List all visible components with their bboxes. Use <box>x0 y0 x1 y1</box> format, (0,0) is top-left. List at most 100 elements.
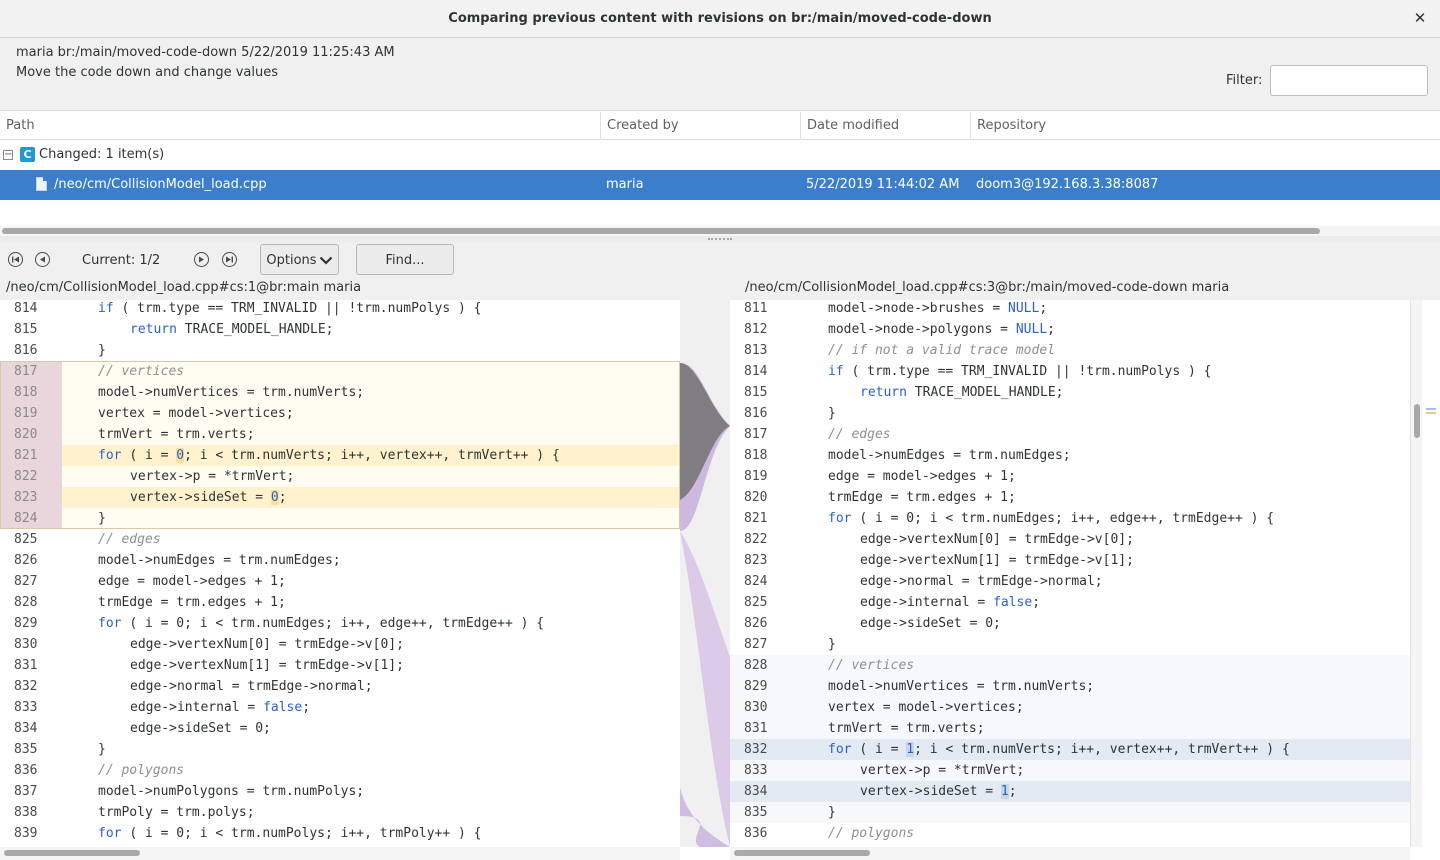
line-code: model->numPolygons = trm.numPolys; <box>98 781 364 802</box>
code-line[interactable]: 830 vertex = model->vertices; <box>730 697 1410 718</box>
code-line[interactable]: 817 // vertices <box>0 361 680 382</box>
code-line[interactable]: 818 model->numEdges = trm.numEdges; <box>730 445 1410 466</box>
code-line[interactable]: 816} <box>0 340 680 361</box>
code-line[interactable]: 821 for ( i = 0; i < trm.numEdges; i++, e… <box>730 508 1410 529</box>
line-number: 830 <box>744 700 768 715</box>
line-code: model->numVertices = trm.numVerts; <box>98 382 364 403</box>
scrollbar-thumb[interactable] <box>734 850 870 856</box>
code-line[interactable]: 828 trmEdge = trm.edges + 1; <box>0 592 680 613</box>
title-bar: Comparing previous content with revision… <box>0 0 1440 38</box>
overview-mark[interactable] <box>1426 408 1436 410</box>
code-line[interactable]: 820 trmEdge = trm.edges + 1; <box>730 487 1410 508</box>
code-line[interactable]: 826 edge->sideSet = 0; <box>730 613 1410 634</box>
line-number: 831 <box>14 658 38 673</box>
right-horizontal-scrollbar[interactable] <box>730 847 1410 860</box>
code-line[interactable]: 833 edge->internal = false; <box>0 697 680 718</box>
code-token: return <box>130 322 185 337</box>
table-horizontal-scrollbar[interactable] <box>0 226 1440 236</box>
code-line[interactable]: 816} <box>730 403 1410 424</box>
code-line[interactable]: 818 model->numVertices = trm.numVerts; <box>0 382 680 403</box>
code-line[interactable]: 823 edge->vertexNum[1] = trmEdge->v[1]; <box>730 550 1410 571</box>
code-line[interactable]: 838 trmPoly = trm.polys; <box>0 802 680 823</box>
first-diff-icon[interactable] <box>8 252 23 267</box>
code-line[interactable]: 828 // vertices <box>730 655 1410 676</box>
column-header-date-modified[interactable]: Date modified <box>800 112 970 140</box>
code-line[interactable]: 836 // polygons <box>730 823 1410 844</box>
right-code-pane[interactable]: 811 model->node->brushes = NULL; 812 model-… <box>730 300 1410 847</box>
code-line[interactable]: 831 trmVert = trm.verts; <box>730 718 1410 739</box>
code-line[interactable]: 834 edge->sideSet = 0; <box>0 718 680 739</box>
code-line[interactable]: 819 vertex = model->vertices; <box>0 403 680 424</box>
code-line[interactable]: 829 model->numVertices = trm.numVerts; <box>730 676 1410 697</box>
collapse-icon[interactable]: − <box>3 150 13 160</box>
line-number: 813 <box>744 343 768 358</box>
previous-diff-icon[interactable] <box>35 252 50 267</box>
line-number: 834 <box>744 784 768 799</box>
code-line[interactable]: 827 edge = model->edges + 1; <box>0 571 680 592</box>
scrollbar-thumb[interactable] <box>1414 404 1420 438</box>
options-button[interactable]: Options <box>260 244 339 275</box>
code-line[interactable]: 839 for ( i = 0; i < trm.numPolys; i++, t… <box>0 823 680 844</box>
code-line[interactable]: 833 vertex->p = *trmVert; <box>730 760 1410 781</box>
find-button[interactable]: Find... <box>356 244 454 275</box>
code-line[interactable]: 834 vertex->sideSet = 1; <box>730 781 1410 802</box>
code-line[interactable]: 820 trmVert = trm.verts; <box>0 424 680 445</box>
overview-mark[interactable] <box>1426 412 1436 414</box>
code-line[interactable]: 822 vertex->p = *trmVert; <box>0 466 680 487</box>
row-created-by: maria <box>606 177 644 192</box>
code-line[interactable]: 830 edge->vertexNum[0] = trmEdge->v[0]; <box>0 634 680 655</box>
code-line[interactable]: 823 vertex->sideSet = 0; <box>0 487 680 508</box>
diff-overview-ruler[interactable] <box>1422 300 1440 847</box>
code-line[interactable]: 824} <box>0 508 680 529</box>
code-line[interactable]: 814 if ( trm.type == TRM_INVALID || !trm.… <box>0 300 680 319</box>
code-line[interactable]: 817 // edges <box>730 424 1410 445</box>
code-token: } <box>98 742 106 757</box>
next-diff-icon[interactable] <box>194 252 209 267</box>
left-code-pane[interactable]: 814 if ( trm.type == TRM_INVALID || !trm.… <box>0 300 680 847</box>
code-line[interactable]: 819 edge = model->edges + 1; <box>730 466 1410 487</box>
code-line[interactable]: 822 edge->vertexNum[0] = trmEdge->v[0]; <box>730 529 1410 550</box>
scrollbar-thumb[interactable] <box>4 850 140 856</box>
line-number: 835 <box>744 805 768 820</box>
code-token: ; <box>1008 784 1017 799</box>
table-row[interactable]: /neo/cm/CollisionModel_load.cpp maria 5/… <box>0 170 1440 200</box>
code-line[interactable]: 832 edge->normal = trmEdge->normal; <box>0 676 680 697</box>
last-diff-icon[interactable] <box>222 252 237 267</box>
code-token: // polygons <box>828 826 915 841</box>
code-line[interactable]: 835} <box>0 739 680 760</box>
code-line[interactable]: 812 model->node->polygons = NULL; <box>730 319 1410 340</box>
code-line[interactable]: 815 return TRACE_MODEL_HANDLE; <box>730 382 1410 403</box>
column-header-path[interactable]: Path <box>0 112 600 140</box>
code-line[interactable]: 813 // if not a valid trace model <box>730 340 1410 361</box>
code-line[interactable]: 825 // edges <box>0 529 680 550</box>
code-token: ( trm.type == TRM_INVALID || !trm.numPol… <box>851 364 1212 379</box>
changed-group-row[interactable]: − C Changed: 1 item(s) <box>0 142 1440 168</box>
line-code: model->numVertices = trm.numVerts; <box>828 676 1094 697</box>
code-line[interactable]: 831 edge->vertexNum[1] = trmEdge->v[1]; <box>0 655 680 676</box>
code-line[interactable]: 827} <box>730 634 1410 655</box>
line-number: 819 <box>0 403 62 424</box>
code-line[interactable]: 825 edge->internal = false; <box>730 592 1410 613</box>
code-line[interactable]: 832 for ( i = 1; i < trm.numVerts; i++, v… <box>730 739 1410 760</box>
filter-input[interactable] <box>1270 65 1428 96</box>
column-header-repository[interactable]: Repository <box>970 112 1440 140</box>
splitter-grip-icon[interactable] <box>708 238 732 240</box>
code-line[interactable]: 829 for ( i = 0; i < trm.numEdges; i++, e… <box>0 613 680 634</box>
right-vertical-scrollbar[interactable] <box>1410 300 1422 847</box>
code-line[interactable]: 837 model->numPolygons = trm.numPolys; <box>0 781 680 802</box>
line-number: 823 <box>744 553 768 568</box>
code-line[interactable]: 836 // polygons <box>0 760 680 781</box>
code-line[interactable]: 821 for ( i = 0; i < trm.numVerts; i++, v… <box>0 445 680 466</box>
code-line[interactable]: 824 edge->normal = trmEdge->normal; <box>730 571 1410 592</box>
scrollbar-thumb[interactable] <box>2 228 1320 234</box>
code-line[interactable]: 835} <box>730 802 1410 823</box>
code-token: for <box>828 742 860 757</box>
close-icon[interactable]: ✕ <box>1412 9 1428 27</box>
left-horizontal-scrollbar[interactable] <box>0 847 680 860</box>
code-line[interactable]: 815 return TRACE_MODEL_HANDLE; <box>0 319 680 340</box>
code-line[interactable]: 826 model->numEdges = trm.numEdges; <box>0 550 680 571</box>
code-line[interactable]: 814 if ( trm.type == TRM_INVALID || !trm.… <box>730 361 1410 382</box>
line-number: 824 <box>0 508 62 529</box>
column-header-created-by[interactable]: Created by <box>600 112 800 140</box>
code-line[interactable]: 811 model->node->brushes = NULL; <box>730 300 1410 319</box>
